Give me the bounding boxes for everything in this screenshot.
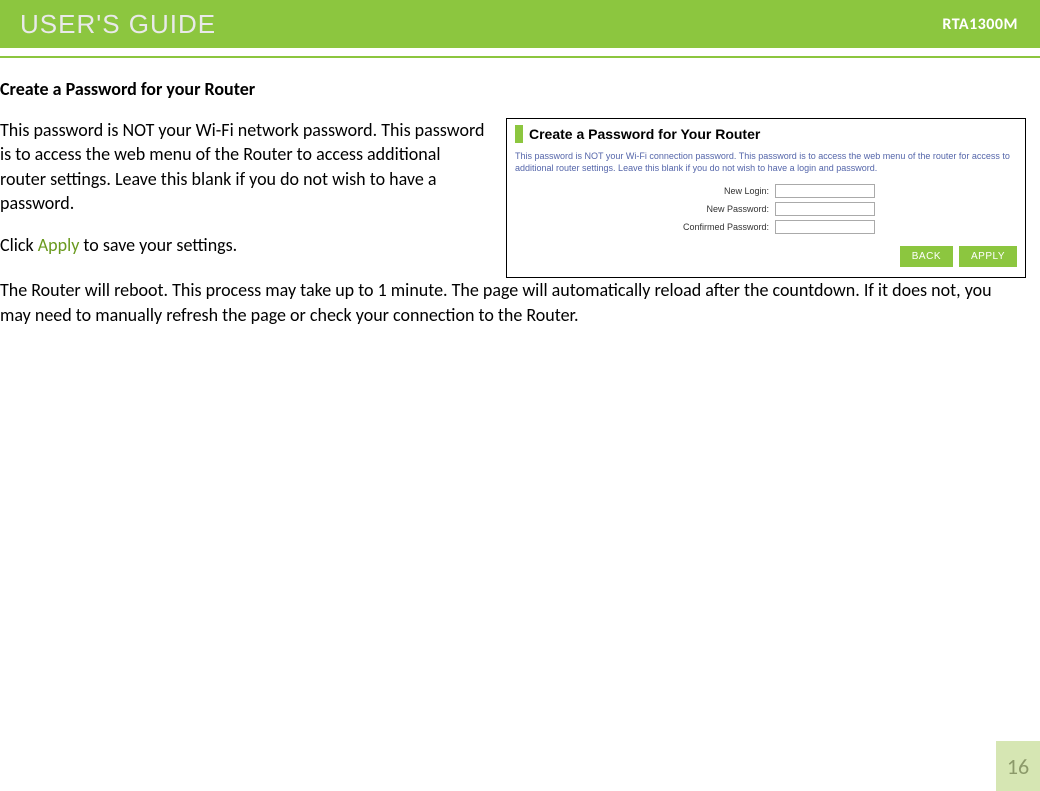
confirm-password-label: Confirmed Password: xyxy=(515,222,775,232)
new-login-label: New Login: xyxy=(515,186,775,196)
apply-word: Apply xyxy=(38,234,80,256)
confirm-password-input[interactable] xyxy=(775,220,875,234)
header-model: RTA1300M xyxy=(942,15,1028,34)
paragraph-2: Click Apply to save your settings. xyxy=(0,233,490,257)
panel-marker-icon xyxy=(515,125,523,143)
content-area: Create a Password for your Router This p… xyxy=(0,58,1040,327)
header-bar: USER'S GUIDE RTA1300M xyxy=(0,0,1040,48)
page-number: 16 xyxy=(1007,753,1029,780)
panel-title: Create a Password for Your Router xyxy=(529,126,760,142)
form-row-password: New Password: xyxy=(515,202,1017,216)
router-password-panel: Create a Password for Your Router This p… xyxy=(506,118,1026,278)
page-number-box: 16 xyxy=(996,741,1040,791)
new-login-input[interactable] xyxy=(775,184,875,198)
panel-title-row: Create a Password for Your Router xyxy=(515,125,1017,143)
para2-post: to save your settings. xyxy=(79,234,237,256)
para2-pre: Click xyxy=(0,234,38,256)
panel-description: This password is NOT your Wi-Fi connecti… xyxy=(515,151,1017,174)
layout-row: This password is NOT your Wi-Fi network … xyxy=(0,118,1032,278)
left-column: This password is NOT your Wi-Fi network … xyxy=(0,118,490,275)
new-password-label: New Password: xyxy=(515,204,775,214)
apply-button[interactable]: APPLY xyxy=(959,246,1017,267)
form-row-login: New Login: xyxy=(515,184,1017,198)
header-title: USER'S GUIDE xyxy=(20,9,216,40)
back-button[interactable]: BACK xyxy=(900,246,953,267)
paragraph-3: The Router will reboot. This process may… xyxy=(0,278,1010,327)
section-heading: Create a Password for your Router xyxy=(0,78,1032,100)
right-column: Create a Password for Your Router This p… xyxy=(506,118,1032,278)
panel-buttons: BACK APPLY xyxy=(515,246,1017,267)
paragraph-1: This password is NOT your Wi-Fi network … xyxy=(0,118,490,215)
form-row-confirm: Confirmed Password: xyxy=(515,220,1017,234)
new-password-input[interactable] xyxy=(775,202,875,216)
